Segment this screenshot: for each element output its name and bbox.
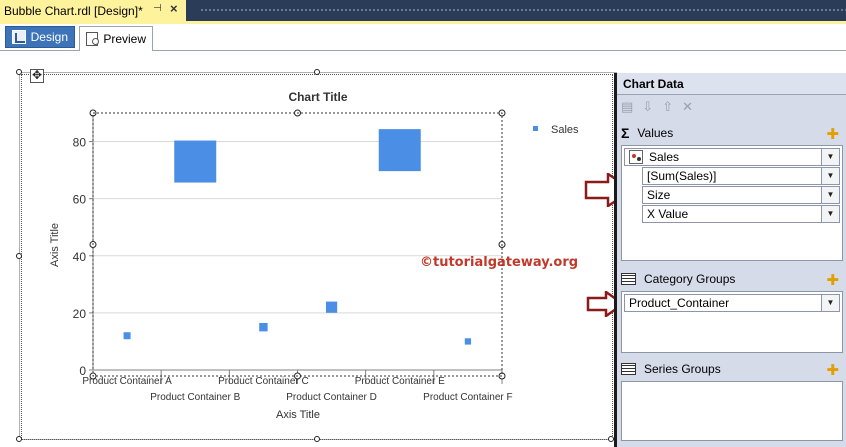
series-field-sales[interactable]: Sales ▼ bbox=[624, 148, 840, 166]
y-tick-label: 40 bbox=[73, 250, 87, 264]
chart-data-pane: Chart Data ▤ ⇩ ⇧ ✕ Σ Values ✚ Sales ▼ [S… bbox=[614, 73, 846, 447]
category-field-product-container[interactable]: Product_Container ▼ bbox=[624, 294, 840, 312]
legend-label-sales[interactable]: Sales bbox=[551, 124, 579, 136]
grid-icon bbox=[621, 363, 636, 375]
delete-icon[interactable]: ✕ bbox=[682, 99, 693, 117]
series-groups-label: Series Groups bbox=[644, 362, 721, 376]
bubble bbox=[259, 322, 268, 332]
series-icon bbox=[629, 150, 643, 164]
series-field-label: Sales bbox=[649, 150, 680, 164]
y-tick-label: 60 bbox=[73, 193, 87, 207]
bubble bbox=[123, 332, 131, 340]
y-tick-label: 80 bbox=[73, 136, 87, 150]
chart-title[interactable]: Chart Title bbox=[288, 90, 347, 104]
grid-icon bbox=[621, 273, 636, 285]
add-value-icon[interactable]: ✚ bbox=[826, 125, 839, 143]
gridlines bbox=[92, 113, 502, 371]
category-groups-box: Product_Container ▼ bbox=[621, 291, 843, 353]
bubbles bbox=[123, 129, 472, 345]
plot-area-handles bbox=[89, 109, 506, 380]
value-field-sum-sales[interactable]: [Sum(Sales)] ▼ bbox=[642, 167, 840, 185]
chart-data-toolbar: ▤ ⇩ ⇧ ✕ bbox=[621, 99, 693, 117]
y-tick-label: 20 bbox=[73, 307, 87, 321]
value-field-label: Size bbox=[647, 188, 671, 202]
value-field-x-value[interactable]: X Value ▼ bbox=[642, 205, 840, 223]
watermark: ©tutorialgateway.org bbox=[420, 255, 579, 270]
x-tick-label: Product Container F bbox=[423, 392, 513, 403]
values-box: Sales ▼ [Sum(Sales)] ▼ Size ▼ X Value ▼ bbox=[621, 145, 843, 261]
value-field-size[interactable]: Size ▼ bbox=[642, 186, 840, 204]
value-field-label: X Value bbox=[647, 207, 689, 221]
series-groups-box bbox=[621, 381, 843, 441]
chevron-down-icon[interactable]: ▼ bbox=[821, 187, 839, 203]
chevron-down-icon[interactable]: ▼ bbox=[821, 206, 839, 222]
bubble-chart[interactable]: Chart Title 020406080 Product Container … bbox=[0, 0, 614, 447]
properties-icon[interactable]: ▤ bbox=[621, 99, 633, 117]
values-label: Values bbox=[637, 126, 674, 140]
bubble bbox=[378, 129, 421, 172]
plot-area-frame[interactable] bbox=[92, 112, 503, 377]
chevron-down-icon[interactable]: ▼ bbox=[821, 149, 839, 165]
move-down-icon[interactable]: ⇩ bbox=[642, 99, 653, 117]
y-axis-ticks: 020406080 bbox=[73, 136, 93, 378]
sigma-icon: Σ bbox=[621, 125, 630, 141]
value-field-label: [Sum(Sales)] bbox=[647, 169, 717, 183]
category-groups-header: Category Groups ✚ bbox=[621, 269, 843, 289]
bubble bbox=[325, 301, 338, 313]
values-section-header: Σ Values ✚ bbox=[621, 123, 843, 143]
x-tick-label: Product Container B bbox=[150, 392, 240, 403]
move-up-icon[interactable]: ⇧ bbox=[662, 99, 673, 117]
series-groups-header: Series Groups ✚ bbox=[621, 359, 843, 379]
x-tick-label: Product Container D bbox=[286, 392, 377, 403]
add-series-group-icon[interactable]: ✚ bbox=[826, 361, 839, 379]
legend-marker bbox=[533, 126, 538, 131]
bubble bbox=[464, 338, 472, 345]
bubble bbox=[174, 140, 217, 183]
y-axis-title[interactable]: Axis Title bbox=[49, 223, 61, 267]
x-axis-title[interactable]: Axis Title bbox=[276, 409, 320, 421]
chevron-down-icon[interactable]: ▼ bbox=[821, 295, 839, 311]
category-groups-label: Category Groups bbox=[644, 272, 736, 286]
chevron-down-icon[interactable]: ▼ bbox=[821, 168, 839, 184]
add-category-group-icon[interactable]: ✚ bbox=[826, 271, 839, 289]
category-field-label: Product_Container bbox=[629, 296, 730, 310]
chart-data-pane-title: Chart Data bbox=[617, 73, 846, 95]
x-tick-label: Product Container E bbox=[355, 376, 445, 387]
